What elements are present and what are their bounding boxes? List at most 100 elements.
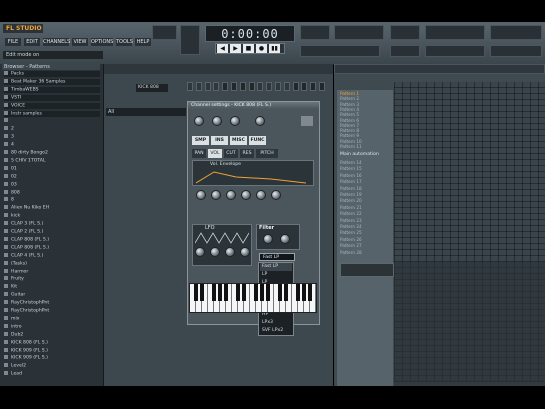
step-button[interactable] (248, 82, 255, 91)
tab-res[interactable]: RES (240, 149, 254, 158)
pattern-row[interactable]: Pattern 6 (340, 118, 392, 123)
pattern-row[interactable]: Pattern 3 (340, 102, 392, 107)
filter-option[interactable]: SVF LPx2 (260, 327, 292, 335)
pattern-selector[interactable] (390, 45, 420, 57)
black-key[interactable] (194, 284, 198, 301)
browser-item[interactable]: 808 (4, 189, 100, 196)
browser-item[interactable]: RayChristophPnt (4, 300, 100, 306)
pattern-row[interactable]: Pattern 23 (340, 218, 392, 223)
transport-button-4[interactable]: ● (256, 44, 267, 53)
browser-item[interactable]: 02 (4, 173, 100, 180)
step-button[interactable] (239, 82, 246, 91)
browser-item[interactable]: (Tasks) (4, 260, 100, 267)
browser-item[interactable]: CLAP 3 (FL S.) (4, 221, 100, 227)
step-button[interactable] (204, 82, 211, 91)
browser-item[interactable]: Lead (4, 371, 100, 377)
browser-item[interactable]: Dub2 (4, 331, 100, 338)
browser-item[interactable]: Level2 (4, 363, 100, 369)
browser-item[interactable]: CLAP 4 (FL S.) (4, 252, 100, 259)
browser-item[interactable]: Alien Nu Kiko EH (4, 205, 100, 211)
pattern-row[interactable]: Pattern 11 (340, 144, 392, 149)
tab-pitch[interactable]: PITCH (256, 149, 278, 158)
tab-cut[interactable]: CUT (224, 149, 238, 158)
pattern-row[interactable]: Pattern 7 (340, 123, 392, 128)
menu-item-help[interactable]: HELP (135, 38, 151, 46)
black-key[interactable] (308, 284, 312, 301)
pattern-row[interactable]: Pattern 20 (340, 198, 392, 203)
black-key[interactable] (254, 284, 258, 301)
browser-item[interactable]: RayChristophPnt (4, 308, 100, 314)
browser-item[interactable]: Fruity (4, 276, 100, 282)
pattern-row[interactable]: Pattern 22 (340, 211, 392, 216)
step-button[interactable] (292, 82, 299, 91)
browser-item[interactable]: Packs (4, 71, 100, 77)
playlist-mini-tools[interactable] (340, 263, 394, 277)
pattern-row[interactable]: Pattern 26 (340, 237, 392, 242)
browser-item[interactable]: CLAP 808 (FL S.) (4, 236, 100, 243)
env-attack-knob[interactable] (211, 190, 221, 200)
step-button[interactable] (187, 82, 193, 91)
browser-item[interactable]: Instr samples (4, 110, 100, 117)
step-button[interactable] (231, 82, 237, 91)
browser-item[interactable]: KICK 909 (FL S.) (4, 347, 100, 354)
step-button[interactable] (195, 82, 202, 91)
mixer-shortcuts[interactable] (490, 25, 542, 40)
step-button[interactable] (266, 82, 273, 91)
step-button[interactable] (275, 82, 281, 91)
tab-misc[interactable]: MISC (230, 136, 247, 145)
filter-option[interactable]: LP (260, 271, 292, 279)
black-key[interactable] (236, 284, 240, 301)
tab-vol[interactable]: VOL (208, 149, 222, 158)
transport-button-1[interactable]: ◀ (217, 44, 228, 53)
step-button[interactable] (319, 82, 325, 91)
pattern-row[interactable]: Pattern 9 (340, 133, 392, 138)
snap-slot[interactable] (390, 25, 420, 40)
step-button[interactable] (222, 82, 229, 91)
browser-item[interactable]: KICK 909 (FL S.) (4, 355, 100, 361)
browser-item[interactable]: Kit (4, 284, 100, 290)
lfo-wave-graph[interactable] (195, 232, 249, 244)
step-button[interactable] (257, 82, 264, 91)
pattern-row[interactable]: Pattern 2 (340, 96, 392, 101)
pattern-row[interactable]: Pattern 1 (340, 91, 392, 96)
browser-item[interactable]: Harmor (4, 268, 100, 275)
pattern-row[interactable]: Pattern 15 (340, 166, 392, 171)
black-key[interactable] (218, 284, 222, 301)
step-button[interactable] (213, 82, 220, 91)
master-volume-slot[interactable] (180, 25, 200, 55)
pattern-row[interactable]: Pattern 17 (340, 179, 392, 184)
browser-item[interactable]: VOICE (4, 102, 100, 109)
pattern-row[interactable]: Pattern 10 (340, 139, 392, 144)
browser-item[interactable]: 80 dirty Bongo2 (4, 150, 100, 156)
black-key[interactable] (260, 284, 264, 301)
tempo-slot[interactable] (152, 25, 177, 40)
black-key[interactable] (296, 284, 300, 301)
black-key[interactable] (302, 284, 306, 301)
menu-item-channels[interactable]: CHANNELS (43, 38, 70, 46)
black-key[interactable] (266, 284, 270, 301)
pattern-row[interactable]: Pattern 4 (340, 107, 392, 112)
pitch-knob[interactable] (230, 116, 240, 126)
filter-res-knob[interactable] (280, 234, 290, 244)
tab-ins[interactable]: INS (211, 136, 228, 145)
env-hold-knob[interactable] (226, 190, 236, 200)
browser-item[interactable]: intro (4, 323, 100, 330)
browser-item[interactable]: Guitar (4, 292, 100, 298)
pattern-row[interactable]: Pattern 8 (340, 128, 392, 133)
black-key[interactable] (242, 284, 246, 301)
pan-knob[interactable] (212, 116, 222, 126)
browser-item[interactable]: 4 (4, 142, 100, 148)
black-key[interactable] (224, 284, 228, 301)
browser-item[interactable]: VSTI (4, 94, 100, 101)
lfo-speed-knob[interactable] (210, 247, 220, 257)
shortcut-panel[interactable] (425, 25, 485, 40)
pattern-row[interactable]: Pattern 21 (340, 205, 392, 210)
volume-knob[interactable] (194, 116, 204, 126)
channel-name-button[interactable]: KICK 808 (136, 84, 168, 92)
pattern-row[interactable]: Pattern 27 (340, 243, 392, 248)
pattern-row[interactable]: Pattern 28 (340, 250, 392, 255)
fx-knob[interactable] (255, 116, 265, 126)
filter-cut-knob[interactable] (263, 234, 273, 244)
browser-item[interactable] (4, 118, 100, 124)
pattern-row[interactable]: Pattern 18 (340, 186, 392, 191)
